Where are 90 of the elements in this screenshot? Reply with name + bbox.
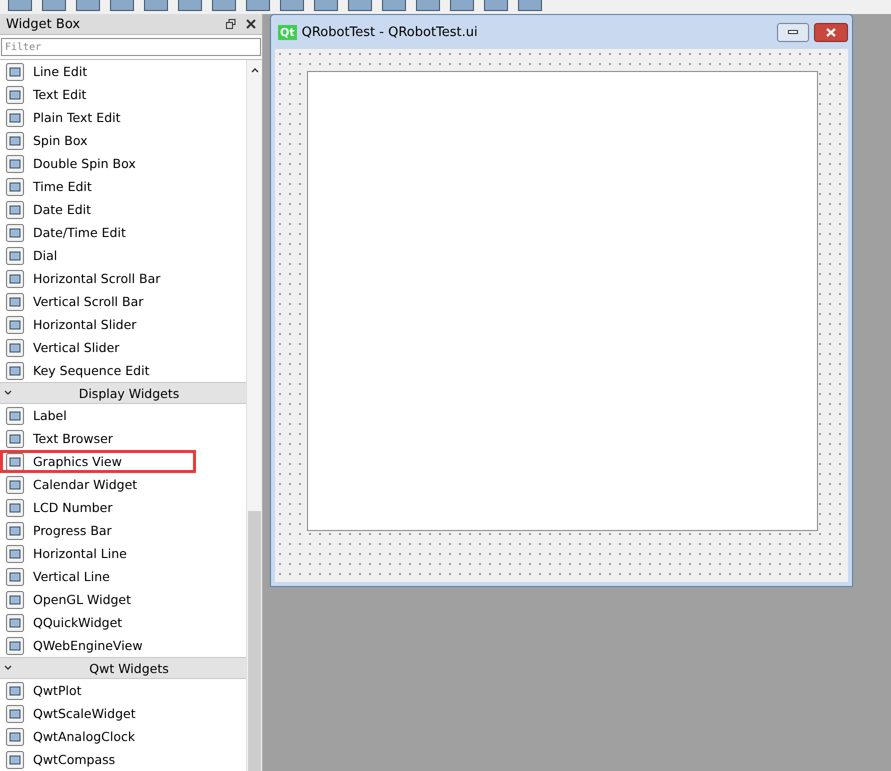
widget-list-item[interactable]: QwtAnalogClock	[0, 725, 246, 748]
window-title: QRobotTest - QRobotTest.ui	[302, 24, 479, 40]
toolbar-icon[interactable]	[76, 0, 100, 11]
widget-icon	[6, 224, 24, 242]
float-icon[interactable]	[226, 19, 236, 29]
filter-field[interactable]: Filter	[1, 38, 261, 56]
toolbar-icon[interactable]	[382, 0, 406, 11]
widget-icon	[6, 200, 24, 218]
widget-list-item[interactable]: Label	[0, 404, 246, 427]
toolbar-icon[interactable]	[8, 0, 32, 11]
widget-list-item[interactable]: Plain Text Edit	[0, 106, 246, 129]
highlighted-list-item[interactable]: Graphics View	[0, 450, 196, 473]
widget-icon	[6, 590, 24, 608]
widget-icon	[6, 498, 24, 516]
panel-title: Widget Box	[6, 16, 82, 32]
widget-icon	[6, 704, 24, 722]
scrollbar[interactable]	[246, 60, 262, 771]
widget-icon	[6, 614, 24, 632]
widget-list-item[interactable]: Key Sequence Edit	[0, 359, 246, 382]
toolbar-icon[interactable]	[348, 0, 372, 11]
toolbar-icon[interactable]	[212, 0, 236, 11]
widget-list-item[interactable]: Dial	[0, 244, 246, 267]
widget-icon	[6, 522, 24, 540]
toolbar-icon[interactable]	[314, 0, 338, 11]
widget-icon	[6, 338, 24, 356]
widget-icon	[6, 728, 24, 746]
widget-icon	[6, 452, 24, 470]
qt-logo-icon: Qt	[278, 24, 297, 40]
minimize-button[interactable]	[777, 22, 809, 42]
widget-list-item[interactable]: Horizontal Scroll Bar	[0, 267, 246, 290]
category-header[interactable]: Qwt Widgets	[0, 657, 246, 679]
widget-list-item[interactable]: QwtScaleWidget	[0, 702, 246, 725]
widget-icon	[6, 750, 24, 768]
minimize-icon	[788, 30, 798, 34]
widget-icon	[6, 62, 24, 80]
category-title: Qwt Widgets	[88, 660, 170, 676]
widget-icon	[6, 476, 24, 494]
widget-list-item[interactable]: Spin Box	[0, 129, 246, 152]
widget-list-item[interactable]: OpenGL Widget	[0, 588, 246, 611]
widget-icon	[6, 544, 24, 562]
close-button[interactable]	[814, 22, 848, 42]
widget-list-item[interactable]: QwtPlot	[0, 679, 246, 702]
toolbar-icon[interactable]	[110, 0, 134, 11]
widget-icon	[6, 178, 24, 196]
widget-list-item[interactable]: Calendar Widget	[0, 473, 246, 496]
widget-list-item[interactable]: LCD Number	[0, 496, 246, 519]
widget-list-item[interactable]: Time Edit	[0, 175, 246, 198]
toolbar-icon[interactable]	[144, 0, 168, 11]
widget-icon	[6, 568, 24, 586]
toolbar-icon[interactable]	[450, 0, 474, 11]
widget-list-item[interactable]: Progress Bar	[0, 519, 246, 542]
widget-icon	[6, 86, 24, 104]
widget-icon	[6, 270, 24, 288]
widget-icon	[6, 682, 24, 700]
widget-icon	[6, 406, 24, 424]
toolbar-icon[interactable]	[178, 0, 202, 11]
widget-list-item[interactable]: Vertical Scroll Bar	[0, 290, 246, 313]
widget-icon	[6, 108, 24, 126]
widget-icon	[6, 362, 24, 380]
widget-icon	[6, 430, 24, 448]
widget-list-item[interactable]: Text Edit	[0, 83, 246, 106]
widget-list-item[interactable]: Line Edit	[0, 60, 246, 83]
widget-list-item[interactable]: Date/Time Edit	[0, 221, 246, 244]
scroll-up-icon[interactable]	[250, 66, 260, 74]
widget-list-item[interactable]: Horizontal Slider	[0, 313, 246, 336]
widget-list-item[interactable]: Vertical Line	[0, 565, 246, 588]
close-icon[interactable]	[246, 19, 256, 29]
widget-icon	[6, 154, 24, 172]
widget-list-item[interactable]: QwtCompass	[0, 748, 246, 771]
widget-list-item[interactable]: Text Browser	[0, 427, 246, 450]
widget-icon	[6, 316, 24, 334]
toolbar-icon[interactable]	[484, 0, 508, 11]
category-header[interactable]: Display Widgets	[0, 382, 246, 404]
widget-list-item[interactable]: Horizontal Line	[0, 542, 246, 565]
category-title: Display Widgets	[78, 386, 180, 400]
widget-list-item[interactable]: Date Edit	[0, 198, 246, 221]
widget-icon	[6, 636, 24, 654]
toolbar-icon[interactable]	[416, 0, 440, 11]
widget-icon	[6, 132, 24, 150]
toolbar-icon[interactable]	[42, 0, 66, 11]
widget-icon	[6, 246, 24, 264]
toolbar-icon[interactable]	[518, 0, 542, 11]
close-icon	[826, 28, 836, 36]
widget-list-item[interactable]: Vertical Slider	[0, 336, 246, 359]
toolbar-icon[interactable]	[246, 0, 270, 11]
widget-icon	[6, 292, 24, 310]
widget-list-item[interactable]: QWebEngineView	[0, 634, 246, 657]
toolbar-icon[interactable]	[280, 0, 304, 11]
widget-list-item[interactable]: QQuickWidget	[0, 611, 246, 634]
widget-list-item[interactable]: Double Spin Box	[0, 152, 246, 175]
